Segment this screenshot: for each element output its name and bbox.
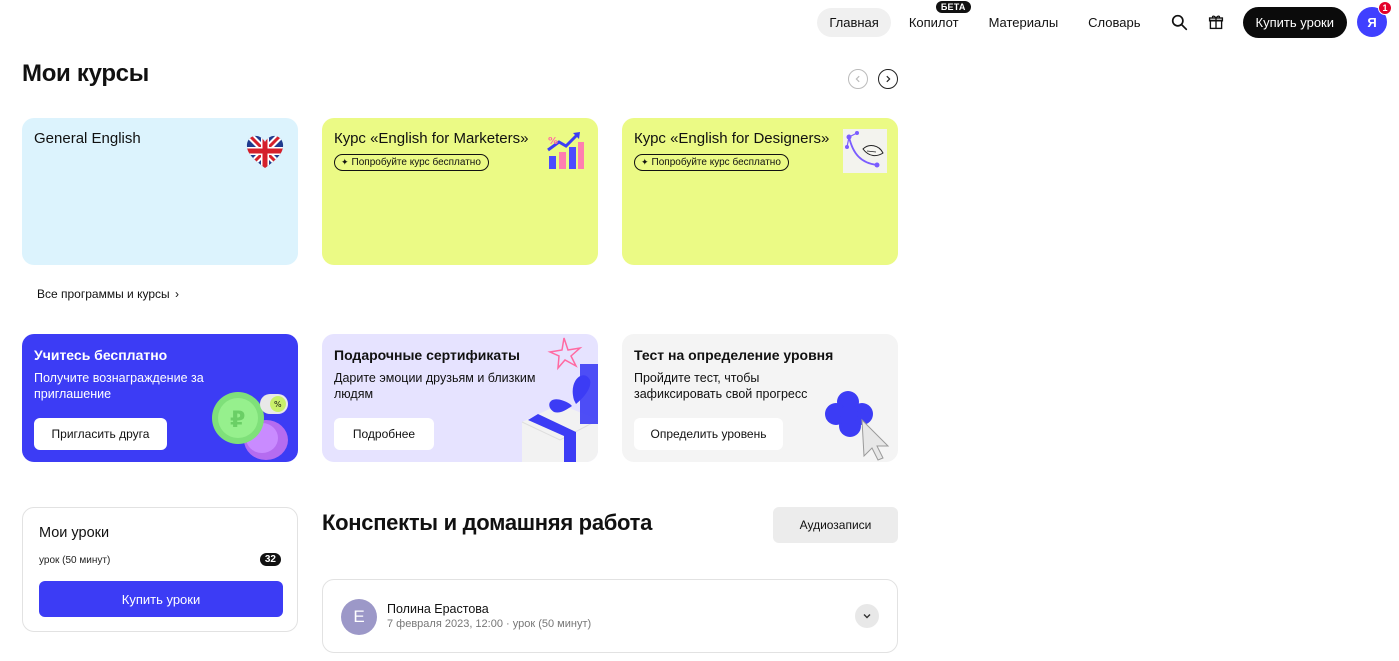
course-card-general-english[interactable]: General English	[22, 118, 298, 265]
carousel-next-button[interactable]	[878, 69, 898, 89]
course-title: General English	[34, 130, 141, 147]
course-title: Курс «English for Marketers»	[334, 130, 529, 147]
promo-title: Учитесь бесплатно	[34, 347, 168, 363]
gift-icon	[1208, 15, 1223, 30]
promo-card-gift-certificates: Подарочные сертификаты Дарите эмоции дру…	[322, 334, 598, 462]
chevron-down-icon	[863, 614, 871, 619]
audio-recordings-button[interactable]: Аудиозаписи	[773, 507, 898, 543]
try-free-pill[interactable]: ✦ Попробуйте курс бесплатно	[334, 154, 489, 171]
invite-friend-button[interactable]: Пригласить друга	[34, 418, 167, 450]
my-lessons-title: Мои уроки	[39, 525, 110, 541]
chevron-left-icon	[855, 75, 860, 83]
growth-chart-icon: %	[547, 132, 584, 169]
buy-lessons-button[interactable]: Купить уроки	[39, 581, 283, 617]
determine-level-button[interactable]: Определить уровень	[634, 418, 783, 450]
expand-note-button[interactable]	[855, 604, 879, 628]
nav-item-copilot[interactable]: Копилот БЕТА	[897, 0, 971, 37]
details-button[interactable]: Подробнее	[334, 418, 434, 450]
course-title: Курс «English for Designers»	[634, 130, 830, 147]
chevron-right-icon	[886, 75, 891, 83]
search-icon	[1171, 14, 1188, 30]
promo-text: Пройдите тест, чтобы зафиксировать свой …	[634, 371, 808, 401]
promo-text: Дарите эмоции друзьям и близким людям	[334, 371, 536, 401]
gift-box-icon	[521, 337, 598, 462]
sparkle-icon: ✦	[641, 157, 649, 167]
chevron-right-icon: ›	[174, 287, 179, 301]
lesson-meta: 7 февраля 2023, 12:00 · урок (50 минут)	[387, 618, 592, 630]
teacher-avatar: Е	[341, 599, 377, 635]
my-courses-title: Мои курсы	[22, 60, 149, 87]
gift-button[interactable]	[1201, 7, 1231, 37]
try-free-label: Попробуйте курс бесплатно	[351, 157, 481, 168]
nav-item-dictionary[interactable]: Словарь	[1076, 8, 1152, 37]
nav-item-materials[interactable]: Материалы	[977, 8, 1071, 37]
svg-text:₽: ₽	[230, 408, 245, 433]
notes-homework-title: Конспекты и домашняя работа	[322, 510, 653, 535]
teacher-name: Полина Ерастова	[387, 602, 489, 616]
top-navigation: Главная Копилот БЕТА Материалы Словарь К…	[817, 0, 1392, 38]
my-lessons-card: Мои уроки урок (50 минут) 32 Купить урок…	[22, 507, 298, 632]
promo-card-free-learning: Учитесь бесплатно Получите вознаграждени…	[22, 334, 298, 462]
bezier-pen-icon	[843, 129, 887, 173]
courses-carousel-controls	[848, 69, 898, 89]
cursor-flower-icon	[825, 391, 890, 461]
svg-text:%: %	[548, 136, 558, 147]
nav-item-copilot-label: Копилот	[908, 14, 959, 30]
svg-text:%: %	[274, 400, 282, 409]
promo-title: Тест на определение уровня	[634, 347, 834, 363]
avatar-letter: Я	[1367, 14, 1377, 30]
search-button[interactable]	[1165, 7, 1195, 37]
lesson-duration-label: урок (50 минут)	[39, 555, 111, 566]
course-card-designers[interactable]: Курс «English for Designers» ✦ Попробуйт…	[622, 118, 898, 265]
all-programs-label: Все программы и курсы	[37, 287, 170, 301]
lesson-note-item[interactable]: Е Полина Ерастова 7 февраля 2023, 12:00 …	[322, 579, 898, 653]
try-free-label: Попробуйте курс бесплатно	[651, 157, 781, 168]
promo-card-level-test: Тест на определение уровня Пройдите тест…	[622, 334, 898, 462]
nav-item-home[interactable]: Главная	[817, 7, 891, 37]
notification-badge: 1	[1378, 1, 1392, 15]
sparkle-icon: ✦	[341, 157, 349, 167]
beta-badge: БЕТА	[935, 0, 971, 13]
try-free-pill[interactable]: ✦ Попробуйте курс бесплатно	[634, 154, 789, 171]
promo-title: Подарочные сертификаты	[334, 347, 520, 363]
carousel-prev-button[interactable]	[848, 69, 868, 89]
promo-text: Получите вознаграждение за приглашение	[34, 371, 204, 401]
coins-icon: ₽ %	[212, 392, 288, 460]
buy-lessons-header-button[interactable]: Купить уроки	[1242, 6, 1347, 38]
lessons-count-badge: 32	[259, 553, 281, 566]
course-card-marketers[interactable]: Курс «English for Marketers» ✦ Попробуйт…	[322, 118, 598, 265]
all-programs-link[interactable]: Все программы и курсы ›	[37, 287, 179, 301]
user-avatar[interactable]: Я 1	[1357, 1, 1392, 37]
uk-flag-heart-icon	[246, 135, 284, 169]
